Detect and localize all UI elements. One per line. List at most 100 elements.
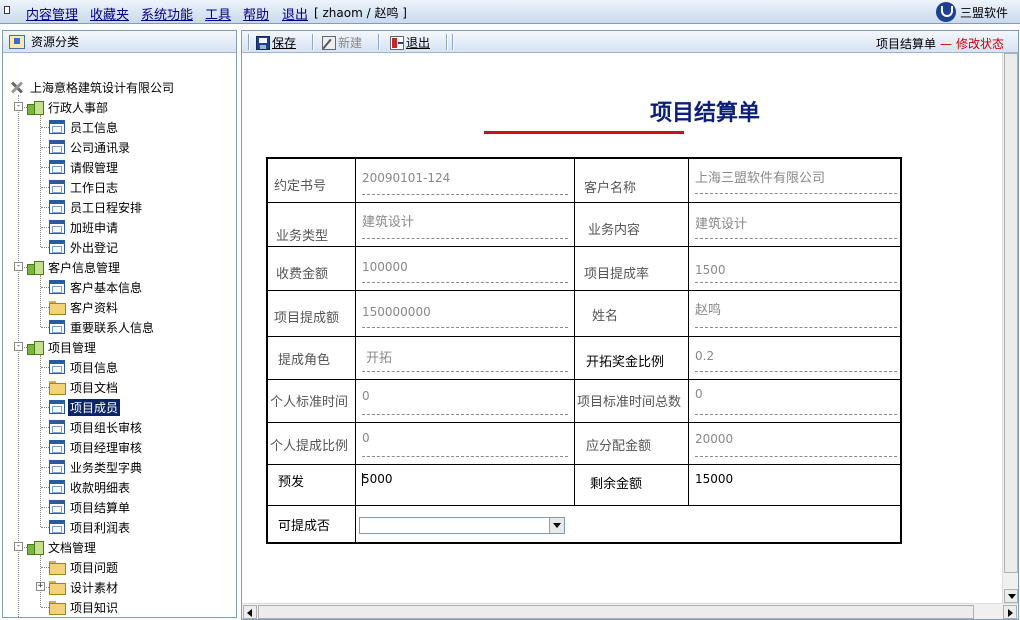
tree-item[interactable]: 业务类型字典 [49,457,144,477]
tree-item[interactable]: 行政人事部 [27,97,110,117]
tree-item[interactable]: 流程处理意见表 [27,617,134,618]
collapse-icon[interactable]: - [14,342,23,351]
menu-tools[interactable]: 工具 [205,4,231,23]
save-button[interactable]: 保存 [256,34,296,51]
window-icon [49,200,65,214]
horizontal-scroll-thumb[interactable] [258,605,974,619]
menu-exit[interactable]: 退出 [282,4,308,23]
field-underline [362,327,568,328]
tree-item[interactable]: 上海意格建筑设计有限公司 [9,77,176,97]
collapse-icon[interactable]: - [14,542,23,551]
chevron-down-icon[interactable] [549,518,564,533]
fee-amount-label: 收费金额 [276,267,329,282]
menu-favorites[interactable]: 收藏夹 [90,4,129,23]
tree-item-label: 收款明细表 [70,480,131,495]
tree-item[interactable]: 项目组长审核 [49,417,144,437]
tree-item[interactable]: 加班申请 [49,217,120,237]
collapse-icon[interactable]: - [14,102,23,111]
tree-item-label: 文档管理 [48,540,97,555]
menu-help[interactable]: 帮助 [243,4,269,23]
tree-item[interactable]: 项目结算单 [49,497,132,517]
personal-std-time-field[interactable]: 0 [362,389,370,403]
resource-tree-header: 资源分类 [3,31,236,53]
tree-item[interactable]: 公司通讯录 [49,137,132,157]
tree-item-label: 业务类型字典 [70,460,143,475]
grid-line [268,290,900,291]
tree-item[interactable]: 收款明细表 [49,477,132,497]
fee-amount-field[interactable]: 100000 [362,260,408,274]
tree-item[interactable]: 项目信息 [49,357,120,377]
tree-connector [41,307,49,308]
vertical-scroll-thumb[interactable] [1004,53,1018,573]
name-field[interactable]: 赵鸣 [695,299,721,318]
commission-amount-field[interactable]: 150000000 [362,305,431,319]
grid-line [268,505,900,506]
window-icon [49,400,65,414]
collapse-icon[interactable]: - [14,262,23,271]
tree-item[interactable]: 工作日志 [49,177,120,197]
tree-item[interactable]: 项目利润表 [49,517,132,537]
tree-item[interactable]: 重要联系人信息 [49,317,156,337]
tree-item[interactable]: 客户资料 [49,297,120,317]
expand-icon[interactable]: + [36,582,45,591]
toolbar-separator [452,34,454,50]
can-commission-select[interactable] [359,517,565,534]
tree-item[interactable]: 项目文档 [49,377,120,397]
business-content-label: 业务内容 [588,223,641,238]
business-content-field[interactable]: 建筑设计 [695,213,747,232]
menu-system-functions[interactable]: 系统功能 [141,4,193,23]
customer-name-field[interactable]: 上海三盟软件有限公司 [695,167,825,186]
tree-item-label: 公司通讯录 [70,140,131,155]
folder-icon [49,560,66,575]
tree-item[interactable]: 文档管理 [27,537,98,557]
commission-rate-field[interactable]: 1500 [695,263,726,277]
scroll-down-arrow-icon[interactable] [1004,589,1018,603]
field-underline [695,327,897,328]
new-button[interactable]: 新建 [322,34,362,51]
group-icon [27,540,44,555]
exit-button-label: 退出 [406,36,431,50]
tree-connector [41,327,49,328]
remaining-field[interactable]: 15000 [695,472,733,486]
tree-item[interactable]: 项目问题 [49,557,120,577]
payable-amount-field[interactable]: 20000 [695,432,733,446]
tree-item[interactable]: 项目经理审核 [49,437,144,457]
bonus-ratio-field[interactable]: 0.2 [695,349,714,363]
tree-item[interactable]: 员工日程安排 [49,197,144,217]
grid-line [574,159,575,505]
tree-connector [40,355,41,527]
tree-item[interactable]: 客户信息管理 [27,257,122,277]
field-underline [695,456,897,457]
commission-role-field[interactable]: 开拓 [366,347,392,366]
vertical-scrollbar[interactable] [1002,53,1018,603]
tree-item-label: 员工信息 [70,120,119,135]
tree-item[interactable]: 员工信息 [49,117,120,137]
folder-icon [49,300,66,315]
prepaid-field[interactable]: 5000 [362,472,393,486]
tree-item[interactable]: 项目管理 [27,337,98,357]
tree-item-label: 员工日程安排 [70,200,143,215]
horizontal-scrollbar[interactable] [242,603,1018,619]
field-underline [362,238,568,239]
scroll-right-arrow-icon[interactable] [1003,605,1017,619]
tree-item[interactable]: 外出登记 [49,237,120,257]
tree-connector [41,607,49,608]
window-icon [49,420,65,434]
tree-item[interactable]: 设计素材 [49,577,120,597]
personal-ratio-field[interactable]: 0 [362,431,370,445]
tree-connector [41,247,49,248]
payable-amount-label: 应分配金额 [586,439,652,454]
tree-item[interactable]: 客户基本信息 [49,277,144,297]
tree-item[interactable]: 请假管理 [49,157,120,177]
contract-no-field[interactable]: 20090101-124 [362,171,450,185]
project-std-time-total-field[interactable]: 0 [695,387,703,401]
tree-connector [41,287,49,288]
settlement-form: 约定书号 20090101-124 客户名称 上海三盟软件有限公司 业务类型 建… [266,157,902,544]
business-type-field[interactable]: 建筑设计 [362,211,414,230]
window-icon [49,140,65,154]
tree-item[interactable]: 项目知识 [49,597,120,617]
exit-button[interactable]: 退出 [390,34,430,51]
menu-content-management[interactable]: 内容管理 [26,4,78,23]
scroll-left-arrow-icon[interactable] [243,605,257,619]
tree-item[interactable]: 项目成员 [49,397,121,417]
